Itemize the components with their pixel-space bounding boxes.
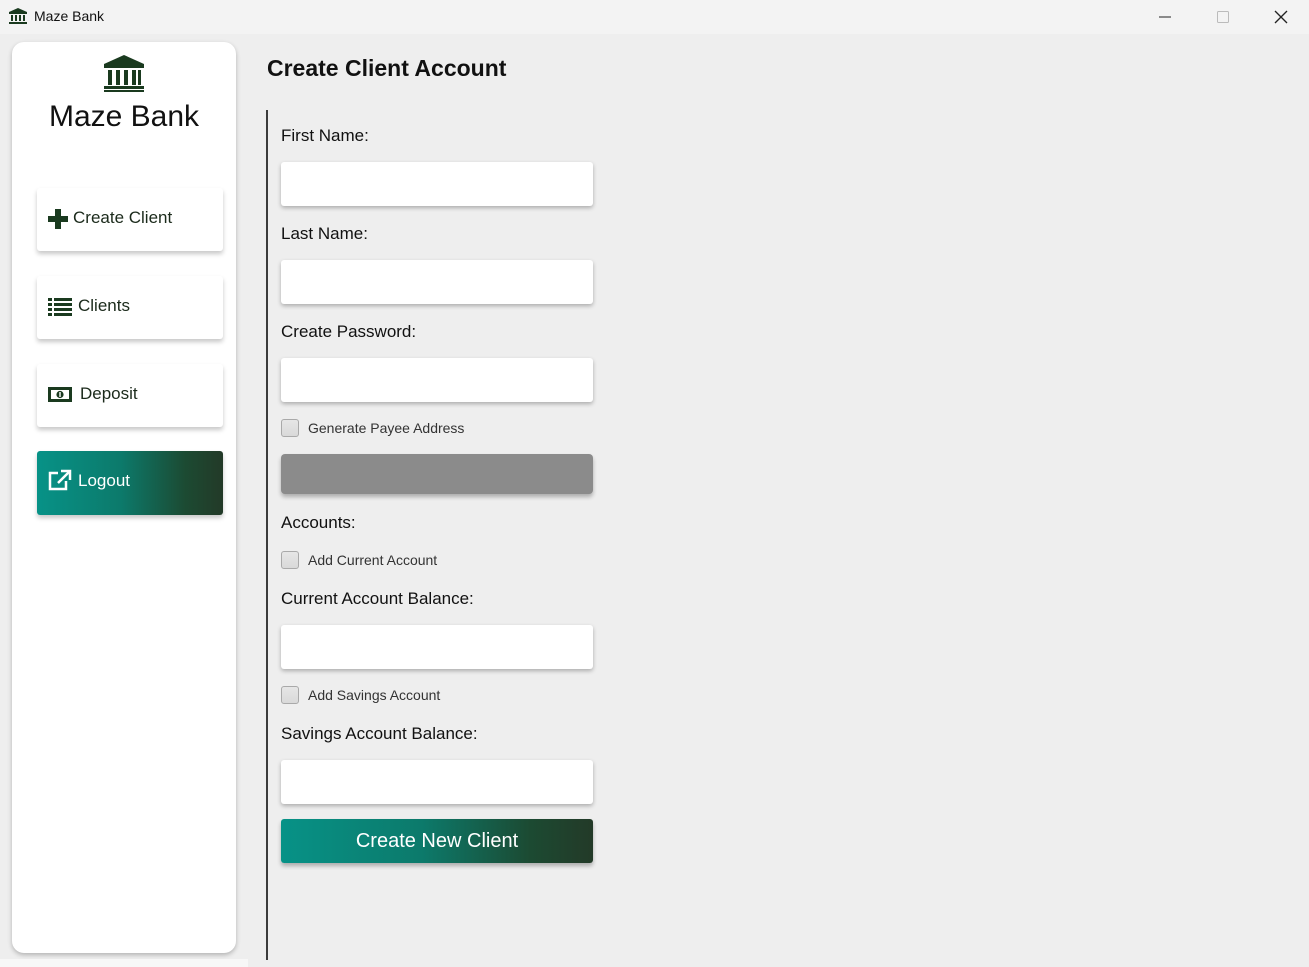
maximize-button[interactable]	[1200, 0, 1246, 34]
current-balance-input[interactable]	[281, 625, 593, 669]
vertical-divider	[266, 110, 268, 960]
minimize-button[interactable]	[1142, 0, 1188, 34]
password-label: Create Password:	[281, 322, 417, 341]
external-link-icon	[48, 469, 72, 491]
logo-text: Maze Bank	[48, 100, 200, 133]
sidebar: Maze Bank Create Client Clients Deposit …	[12, 42, 236, 953]
logout-label: Logout	[78, 471, 130, 490]
first-name-input[interactable]	[281, 162, 593, 206]
bottom-strip	[0, 959, 248, 967]
add-savings-checkbox[interactable]	[281, 686, 299, 704]
generate-payee-checkbox[interactable]	[281, 419, 299, 437]
payee-address-display	[281, 454, 593, 494]
add-current-label: Add Current Account	[308, 552, 438, 568]
clients-label: Clients	[78, 296, 130, 315]
first-name-label: First Name:	[281, 126, 369, 145]
savings-balance-label: Savings Account Balance:	[281, 724, 478, 743]
title-bar: Maze Bank	[0, 0, 1309, 34]
create-client-label: Create Client	[73, 208, 173, 227]
create-new-client-label: Create New Client	[355, 829, 519, 852]
current-balance-label: Current Account Balance:	[281, 589, 474, 608]
page-title: Create Client Account	[267, 55, 507, 81]
money-icon	[48, 387, 72, 402]
savings-balance-input[interactable]	[281, 760, 593, 804]
bank-icon	[104, 55, 144, 92]
accounts-label: Accounts:	[281, 513, 356, 532]
window-title: Maze Bank	[34, 8, 105, 24]
create-new-client-button[interactable]: Create New Client	[281, 819, 593, 863]
add-current-checkbox-row[interactable]: Add Current Account	[281, 549, 437, 571]
add-savings-checkbox-row[interactable]: Add Savings Account	[281, 684, 440, 706]
bank-icon	[9, 8, 27, 24]
add-savings-label: Add Savings Account	[308, 687, 441, 703]
create-client-button[interactable]: Create Client	[37, 188, 223, 251]
main-window-content: Maze Bank Create Client Clients Deposit …	[0, 34, 1309, 967]
close-button[interactable]	[1258, 0, 1304, 34]
last-name-input[interactable]	[281, 260, 593, 304]
deposit-label: Deposit	[80, 384, 138, 403]
generate-payee-checkbox-row[interactable]: Generate Payee Address	[281, 417, 464, 439]
maximize-icon	[1217, 11, 1229, 23]
deposit-button[interactable]: Deposit	[37, 364, 223, 427]
password-input[interactable]	[281, 358, 593, 402]
last-name-label: Last Name:	[281, 224, 368, 243]
logout-button[interactable]: Logout	[37, 451, 223, 515]
plus-icon	[48, 209, 68, 229]
list-icon	[48, 298, 72, 316]
generate-payee-label: Generate Payee Address	[308, 420, 465, 436]
close-icon	[1274, 10, 1288, 24]
clients-button[interactable]: Clients	[37, 276, 223, 339]
add-current-checkbox[interactable]	[281, 551, 299, 569]
minimize-icon	[1159, 16, 1171, 18]
